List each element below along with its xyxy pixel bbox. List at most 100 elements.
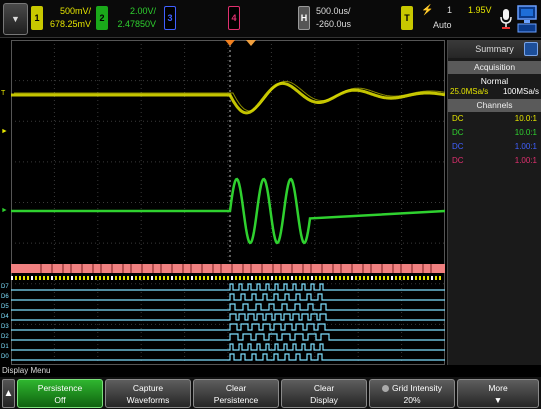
menu-button[interactable]: ▼ <box>3 3 28 35</box>
channel-4-badge[interactable]: 4 <box>228 6 240 30</box>
summary-title: Summary <box>475 44 514 54</box>
back-button[interactable]: ▲ <box>2 379 15 408</box>
trigger-badge[interactable]: T <box>401 6 413 30</box>
channel-3-badge[interactable]: 3 <box>164 6 176 30</box>
bit-stream-cell <box>423 276 425 280</box>
channel-2-ground-marker[interactable]: ► <box>1 207 8 214</box>
bit-stream-cell <box>427 276 429 280</box>
bit-stream-cell <box>319 276 321 280</box>
bit-stream-cell <box>67 276 69 280</box>
bit-stream-cell <box>211 276 213 280</box>
bit-stream-cell <box>243 276 245 280</box>
channel-2-settings[interactable]: 2.00V/ 2.47850V <box>110 5 156 31</box>
bit-stream-cell <box>79 276 81 280</box>
bit-stream-cell <box>399 276 401 280</box>
monitor-icon[interactable] <box>517 4 537 34</box>
bit-stream-cell <box>323 276 325 280</box>
digital-channel-label[interactable]: D0 <box>1 354 9 360</box>
microphone-icon[interactable] <box>499 8 513 30</box>
bit-stream-cell <box>63 276 65 280</box>
bit-stream-cell <box>311 276 313 280</box>
persistence-softkey[interactable]: Persistence Off <box>17 379 103 408</box>
bit-stream-cell <box>403 276 405 280</box>
clear-display-softkey[interactable]: Clear Display <box>281 379 367 408</box>
bit-stream-cell <box>407 276 409 280</box>
bit-stream-cell <box>15 276 17 280</box>
softkey-bar: ▲ Persistence Off Capture Waveforms Clea… <box>0 377 541 409</box>
bit-stream-cell <box>179 276 181 280</box>
bit-stream-cell <box>43 276 45 280</box>
bit-stream-cell <box>55 276 57 280</box>
bit-stream-cell <box>139 276 141 280</box>
more-softkey[interactable]: More ▼ <box>457 379 539 408</box>
bit-stream-cell <box>103 276 105 280</box>
bit-stream-cell <box>263 276 265 280</box>
horizontal-badge[interactable]: H <box>298 6 310 30</box>
bit-stream-cell <box>275 276 277 280</box>
probe-ratio: 10.0:1 <box>514 114 537 123</box>
bit-stream-cell <box>187 276 189 280</box>
bit-stream-cell <box>439 276 441 280</box>
bit-stream-cell <box>415 276 417 280</box>
bit-stream-cell <box>391 276 393 280</box>
panel-toggle-icon[interactable] <box>524 42 538 56</box>
bit-stream-cell <box>383 276 385 280</box>
horizontal-settings[interactable]: 500.0us/ -260.0us <box>312 5 364 31</box>
bit-stream-cell <box>339 276 341 280</box>
bit-stream-cell <box>227 276 229 280</box>
digital-channel-label[interactable]: D6 <box>1 294 9 300</box>
trigger-source: 1 <box>447 5 453 15</box>
sample-rate-2: 100MSa/s <box>502 87 539 96</box>
bit-stream-cell <box>355 276 357 280</box>
bus-decode-band <box>11 264 445 273</box>
up-arrow-icon: ▲ <box>3 388 14 399</box>
bit-stream-cell <box>19 276 21 280</box>
channel-2-offset: 2.47850V <box>117 19 156 29</box>
channel-1-marker[interactable]: T <box>1 90 5 97</box>
digital-channel-label[interactable]: D7 <box>1 284 9 290</box>
bit-stream-cell <box>71 276 73 280</box>
bit-stream-cell <box>431 276 433 280</box>
bit-stream-cell <box>127 276 129 280</box>
digital-channel-label[interactable]: D4 <box>1 314 9 320</box>
probe-ratio: 1.00:1 <box>514 142 537 151</box>
summary-panel: Summary Acquisition Normal 25.0MSa/s 100… <box>447 40 541 365</box>
digital-channel-label[interactable]: D3 <box>1 324 9 330</box>
channel-1-ground-marker[interactable]: ► <box>1 128 8 135</box>
bit-stream-cell <box>283 276 285 280</box>
bit-stream-cell <box>343 276 345 280</box>
softkey-label: Clear <box>225 383 247 393</box>
down-arrow-icon: ▼ <box>493 395 503 405</box>
bit-stream-cell <box>327 276 329 280</box>
softkey-value: Off <box>54 395 66 405</box>
bit-stream-cell <box>287 276 289 280</box>
softkey-value: Persistence <box>213 395 259 405</box>
bit-stream-cell <box>95 276 97 280</box>
digital-channel-label[interactable]: D1 <box>1 344 9 350</box>
bit-stream-cell <box>363 276 365 280</box>
capture-waveforms-softkey[interactable]: Capture Waveforms <box>105 379 191 408</box>
acquisition-mode: Normal <box>480 76 509 86</box>
channel-row: DC 1.00:1 <box>448 140 541 154</box>
bit-stream-cell <box>251 276 253 280</box>
bit-stream-cell <box>155 276 157 280</box>
trigger-marker-icon <box>225 40 235 46</box>
bit-stream-cell <box>151 276 153 280</box>
bit-stream-cell <box>411 276 413 280</box>
bit-stream-cell <box>299 276 301 280</box>
digital-channel-label[interactable]: D2 <box>1 334 9 340</box>
bit-stream-cell <box>83 276 85 280</box>
grid-intensity-softkey[interactable]: Grid Intensity 20% <box>369 379 455 408</box>
bit-stream-cell <box>347 276 349 280</box>
bit-stream-cell <box>131 276 133 280</box>
bit-stream-cell <box>379 276 381 280</box>
channel-1-settings[interactable]: 500mV/ 678.25mV <box>45 5 91 31</box>
sample-rate-1: 25.0MSa/s <box>450 87 489 96</box>
waveform-display[interactable] <box>11 40 445 365</box>
channel-row: DC 1.00:1 <box>448 154 541 168</box>
clear-persistence-softkey[interactable]: Clear Persistence <box>193 379 279 408</box>
channel-2-badge[interactable]: 2 <box>96 6 108 30</box>
digital-channel-label[interactable]: D5 <box>1 304 9 310</box>
channel-1-badge[interactable]: 1 <box>31 6 43 30</box>
probe-ratio: 10.0:1 <box>514 128 537 137</box>
